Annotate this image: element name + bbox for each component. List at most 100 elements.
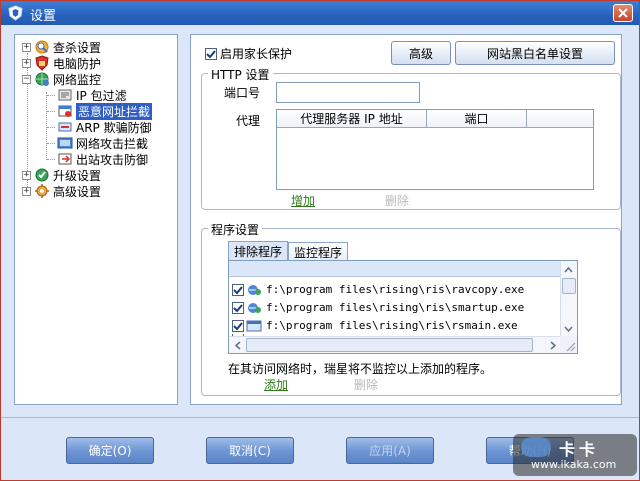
tree-guide-line <box>46 92 47 160</box>
program-settings-group: 程序设置 排除程序 监控程序 f:\program files\rising\r… <box>201 221 621 396</box>
tree-item-update[interactable]: + 升级设置 <box>22 167 101 183</box>
program-list-horizontal-scrollbar[interactable] <box>229 336 562 353</box>
close-button[interactable] <box>613 4 633 22</box>
proxy-add-link[interactable]: 增加 <box>291 192 315 209</box>
tab-monitored-programs[interactable]: 监控程序 <box>288 242 348 261</box>
tree-item-label: 高级设置 <box>53 184 102 199</box>
watermark-brand: 卡卡 <box>559 440 600 459</box>
chevron-left-icon <box>234 341 240 350</box>
program-file-icon <box>248 284 261 295</box>
resize-grip-icon <box>566 342 576 352</box>
tree-guide-line <box>47 159 55 160</box>
resize-grip[interactable] <box>560 336 577 353</box>
program-list-vertical-scrollbar[interactable] <box>560 261 577 338</box>
rising-shield-icon <box>8 5 23 21</box>
scroll-down-arrow[interactable] <box>561 321 576 336</box>
program-note: 在其访问网络时，瑞星将不监控以上添加的程序。 <box>228 362 493 376</box>
advanced-icon <box>35 184 49 198</box>
scroll-left-arrow[interactable] <box>230 338 245 353</box>
attack-block-icon <box>57 137 73 149</box>
ikaka-watermark: 卡卡 www.ikaka.com <box>513 434 637 476</box>
checkmark-icon <box>233 285 243 294</box>
advanced-button[interactable]: 高级 <box>391 41 451 65</box>
watermark-url: www.ikaka.com <box>531 458 617 471</box>
tree-item-label: 出站攻击防御 <box>76 152 149 167</box>
tree-item-arp[interactable]: ARP 欺骗防御 <box>57 119 152 135</box>
tree-item-label: ARP 欺骗防御 <box>76 120 152 135</box>
proxy-ip-column-header[interactable]: 代理服务器 IP 地址 <box>277 110 427 128</box>
tree-item-network[interactable]: − 网络监控 <box>22 71 101 87</box>
expand-toggle[interactable]: + <box>22 42 31 52</box>
tree-item-label: 查杀设置 <box>53 40 102 55</box>
program-path: f:\program files\rising\ris\ravcopy.exe <box>266 283 525 296</box>
update-icon <box>35 168 49 182</box>
tree-item-attack-block[interactable]: 网络攻击拦截 <box>57 135 148 151</box>
apply-button[interactable]: 应用(A) <box>346 437 434 464</box>
ok-button[interactable]: 确定(O) <box>66 437 154 464</box>
tree-item-advanced[interactable]: + 高级设置 <box>22 183 101 199</box>
window-title: 设置 <box>30 9 57 24</box>
scan-icon <box>35 40 49 54</box>
port-label: 端口号 <box>224 86 261 100</box>
outbound-icon <box>58 153 72 165</box>
tree-item-label: 恶意网址拦截 <box>76 102 153 120</box>
proxy-delete-link[interactable]: 删除 <box>385 192 409 209</box>
collapse-toggle[interactable]: − <box>22 74 31 84</box>
proxy-table[interactable]: 代理服务器 IP 地址 端口 <box>276 109 594 190</box>
tab-excluded-programs[interactable]: 排除程序 <box>228 241 288 261</box>
checkmark-icon <box>206 49 216 58</box>
site-whitelist-button[interactable]: 网站黑白名单设置 <box>455 41 615 65</box>
chevron-right-icon <box>550 341 556 350</box>
url-block-icon <box>58 105 72 117</box>
program-checkbox[interactable] <box>232 319 244 332</box>
scroll-up-arrow[interactable] <box>561 262 576 277</box>
expand-toggle[interactable]: + <box>22 170 31 180</box>
expand-toggle[interactable]: + <box>22 186 31 196</box>
program-row[interactable]: f:\program files\rising\ris\ravcopy.exe <box>232 281 524 298</box>
program-list-header <box>229 261 562 277</box>
program-checkbox[interactable] <box>232 301 244 314</box>
program-row[interactable]: f:\program files\rising\ris\rsmain.exe <box>232 317 518 334</box>
program-row[interactable]: f:\program files\rising\ris\smartup.exe <box>232 299 524 316</box>
ip-filter-icon <box>58 89 72 101</box>
expand-toggle[interactable]: + <box>22 58 31 68</box>
tree-guide-line <box>47 95 55 96</box>
vertical-scroll-thumb[interactable] <box>562 278 576 294</box>
watermark-logo-icon <box>521 437 551 457</box>
excluded-program-list[interactable]: f:\program files\rising\ris\ravcopy.exe … <box>228 260 578 354</box>
program-window-icon <box>246 320 262 331</box>
program-settings-legend: 程序设置 <box>208 221 263 238</box>
tree-item-url-block[interactable]: 恶意网址拦截 <box>57 102 153 120</box>
http-settings-group: HTTP 设置 端口号 代理 代理服务器 IP 地址 端口 增加 删除 <box>201 66 621 210</box>
checkmark-icon <box>233 321 243 330</box>
tree-item-label: 网络监控 <box>53 72 102 87</box>
tree-item-label: 网络攻击拦截 <box>76 136 149 151</box>
parental-control-checkbox[interactable] <box>205 47 217 60</box>
http-settings-legend: HTTP 设置 <box>208 66 273 83</box>
tree-item-label: 升级设置 <box>53 168 102 183</box>
parental-control-option[interactable]: 启用家长保护 <box>205 45 292 62</box>
tree-item-label: 电脑防护 <box>53 56 102 71</box>
title-bar[interactable]: 设置 <box>1 1 639 25</box>
tree-item-outbound[interactable]: 出站攻击防御 <box>57 151 148 167</box>
arp-icon <box>58 122 72 132</box>
scroll-right-arrow[interactable] <box>545 338 560 353</box>
program-checkbox[interactable] <box>232 283 244 296</box>
tree-item-ip-filter[interactable]: IP 包过滤 <box>57 87 127 103</box>
tree-guide-line <box>47 111 55 112</box>
tree-item-scan[interactable]: + 查杀设置 <box>22 39 101 55</box>
cancel-button[interactable]: 取消(C) <box>206 437 294 464</box>
horizontal-scroll-thumb[interactable] <box>246 338 533 352</box>
network-icon <box>35 72 49 86</box>
port-input[interactable] <box>276 82 420 103</box>
url-block-panel: 启用家长保护 高级 网站黑白名单设置 HTTP 设置 端口号 代理 代理服务器 … <box>190 34 622 405</box>
chevron-down-icon <box>564 326 573 332</box>
tree-item-protection[interactable]: + 电脑防护 <box>22 55 101 71</box>
program-delete-link[interactable]: 删除 <box>354 376 378 393</box>
program-path: f:\program files\rising\ris\smartup.exe <box>266 301 525 314</box>
parental-control-label: 启用家长保护 <box>220 47 293 61</box>
proxy-port-column-header[interactable]: 端口 <box>427 110 527 128</box>
tree-item-label: IP 包过滤 <box>76 88 127 103</box>
program-add-link[interactable]: 添加 <box>264 376 288 393</box>
settings-tree[interactable]: + 查杀设置 + 电脑防护 − 网络监控 IP 包过滤 恶意网址拦截 ARP 欺… <box>14 34 178 405</box>
